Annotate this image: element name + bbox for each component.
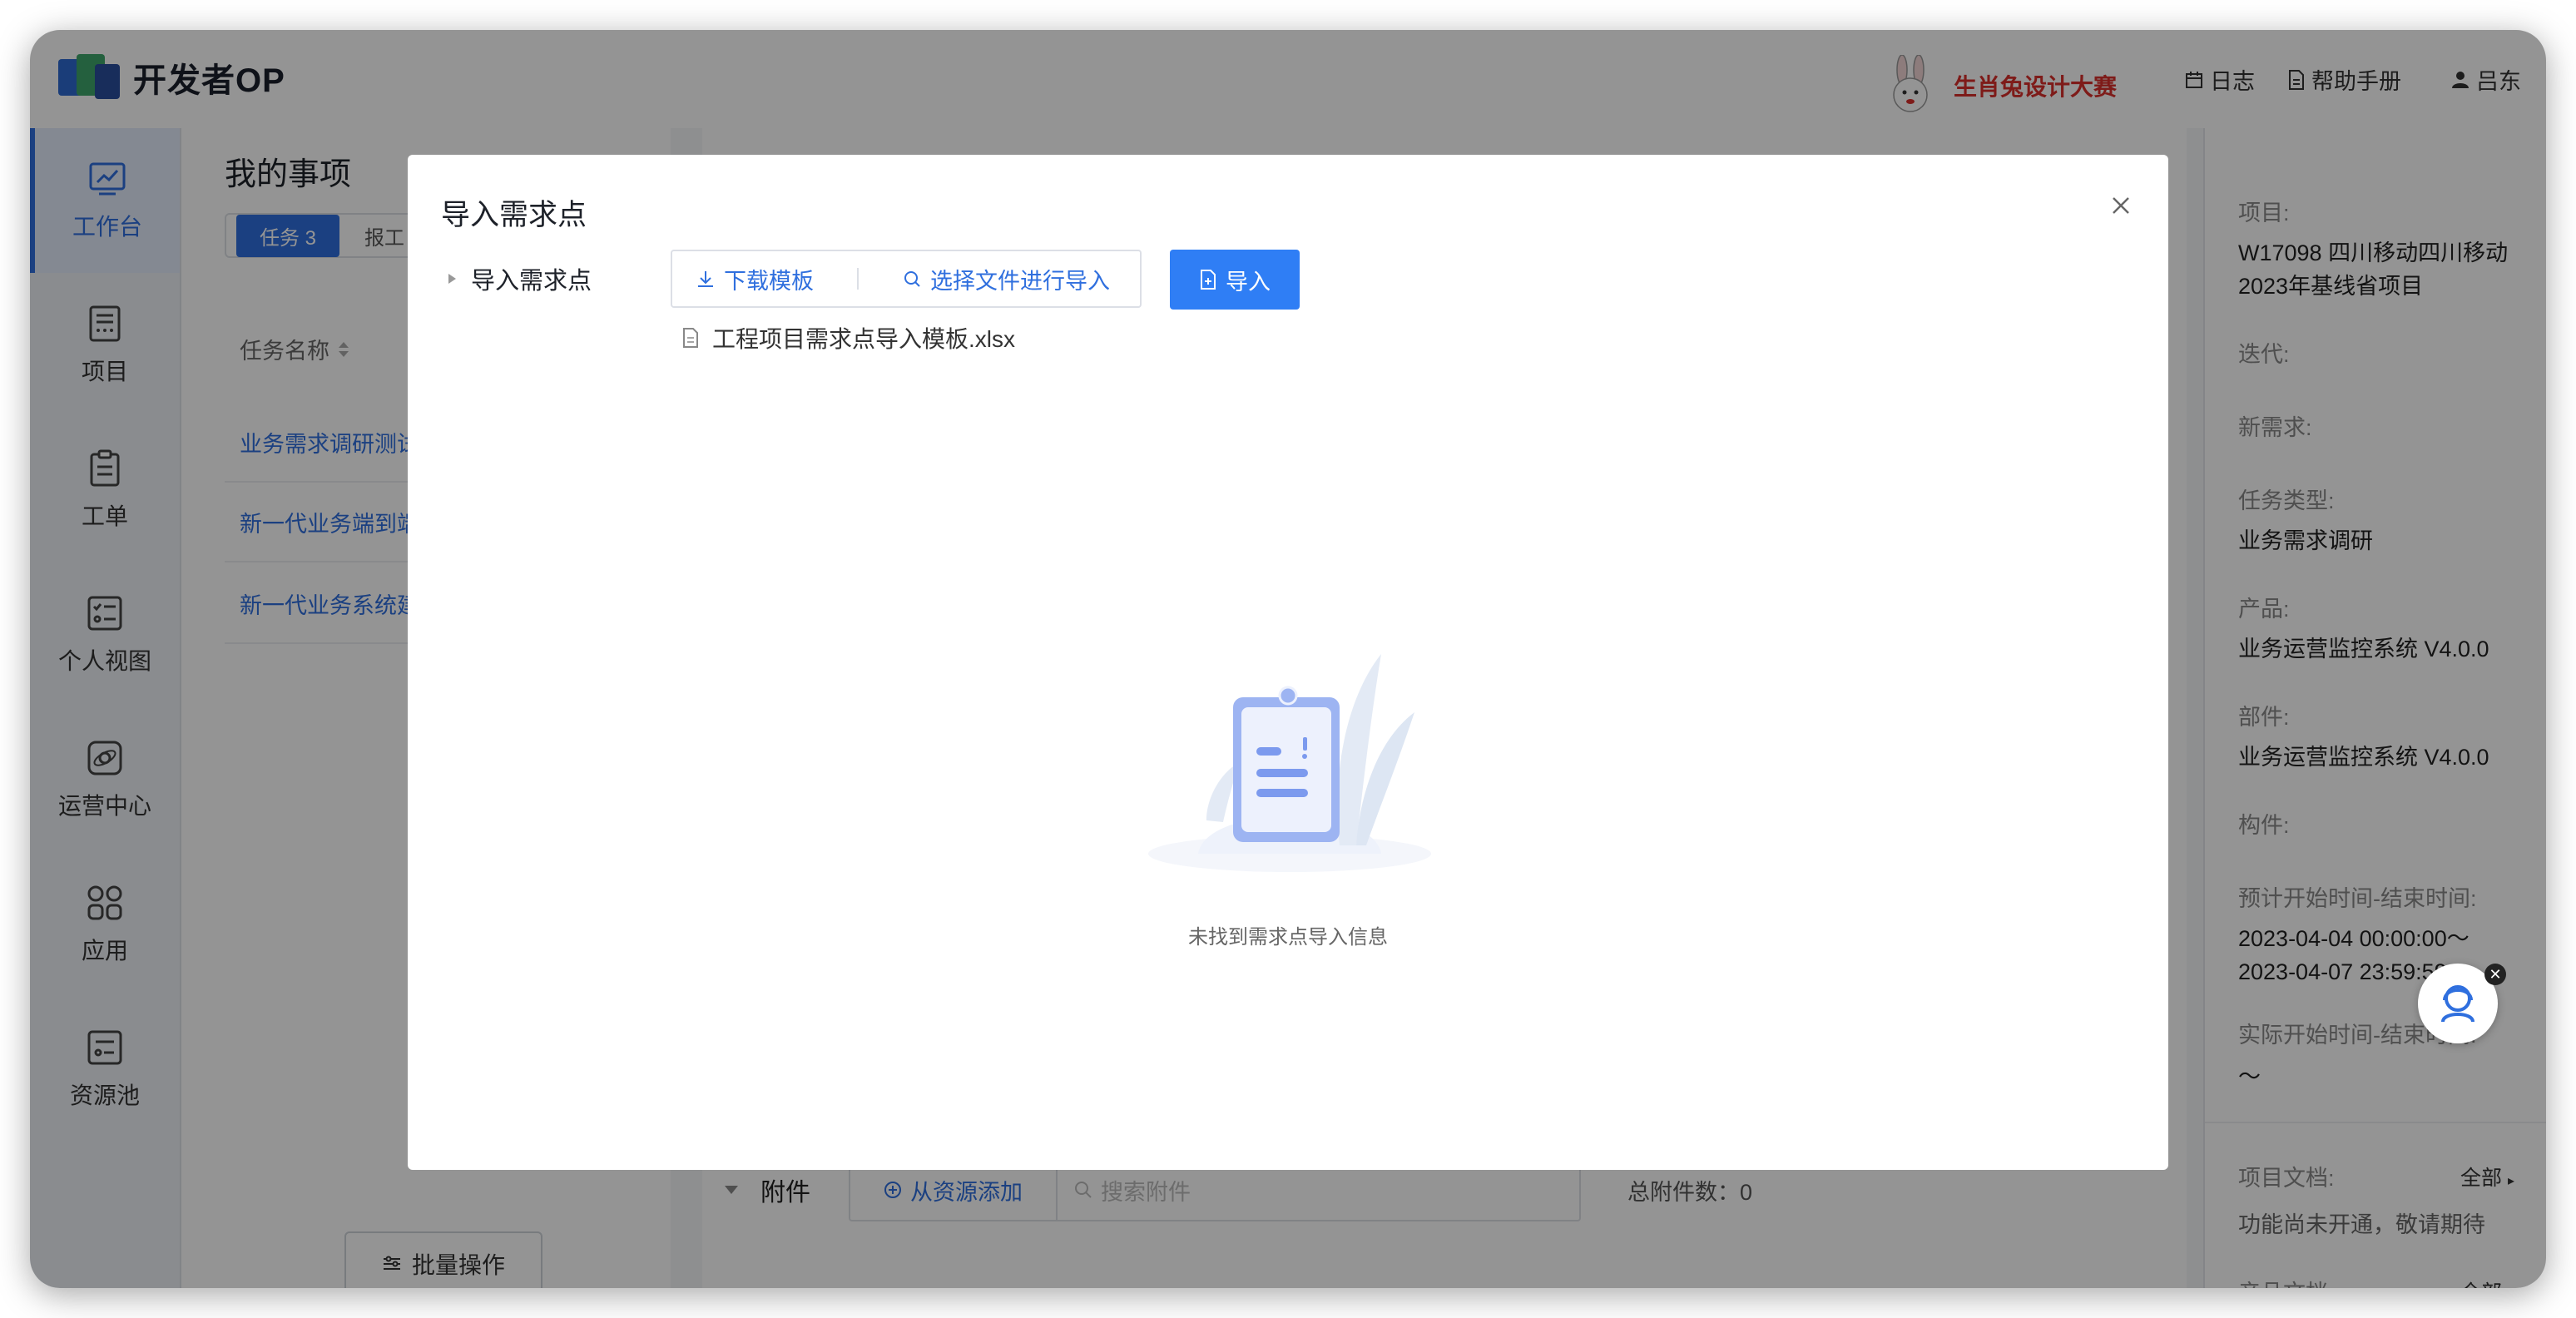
- file-import-icon: [1201, 270, 1216, 290]
- import-button[interactable]: 导入: [1170, 250, 1300, 310]
- download-template-button[interactable]: 下载模板: [672, 263, 837, 295]
- tree-node-label: 导入需求点: [471, 268, 592, 295]
- choose-file-label: 选择文件进行导入: [930, 268, 1110, 294]
- dialog-title: 导入需求点: [441, 199, 587, 231]
- divider: [857, 268, 859, 290]
- template-file-name: 工程项目需求点导入模板.xlsx: [712, 326, 1016, 352]
- caret-right-icon: [448, 274, 456, 284]
- close-icon[interactable]: [2108, 193, 2133, 218]
- import-button-label: 导入: [1226, 269, 1271, 295]
- choose-file-button[interactable]: 选择文件进行导入: [879, 263, 1133, 295]
- download-template-label: 下载模板: [724, 268, 814, 294]
- tree-node-import[interactable]: 导入需求点: [446, 261, 592, 296]
- app-window: 开发者OP 生肖兔设计大赛 日志 帮助手册 吕东 工作台 项目 工单 个人视图 …: [30, 30, 2546, 1288]
- search-icon: [904, 271, 920, 287]
- customer-service-icon: [2441, 985, 2474, 1023]
- empty-state-illustration: [1148, 654, 1431, 872]
- empty-state-text: 未找到需求点导入信息: [1188, 926, 1388, 949]
- import-requirements-dialog: 导入需求点 导入需求点 下载模板 选择文件进行导入 导入 工程项目需求点导入模板…: [408, 155, 2168, 1170]
- file-icon: [683, 328, 698, 348]
- template-file-item[interactable]: 工程项目需求点导入模板.xlsx: [682, 321, 1015, 354]
- download-icon: [698, 271, 713, 287]
- import-actions: 下载模板 选择文件进行导入: [671, 250, 1142, 308]
- close-icon[interactable]: ✕: [2484, 964, 2506, 985]
